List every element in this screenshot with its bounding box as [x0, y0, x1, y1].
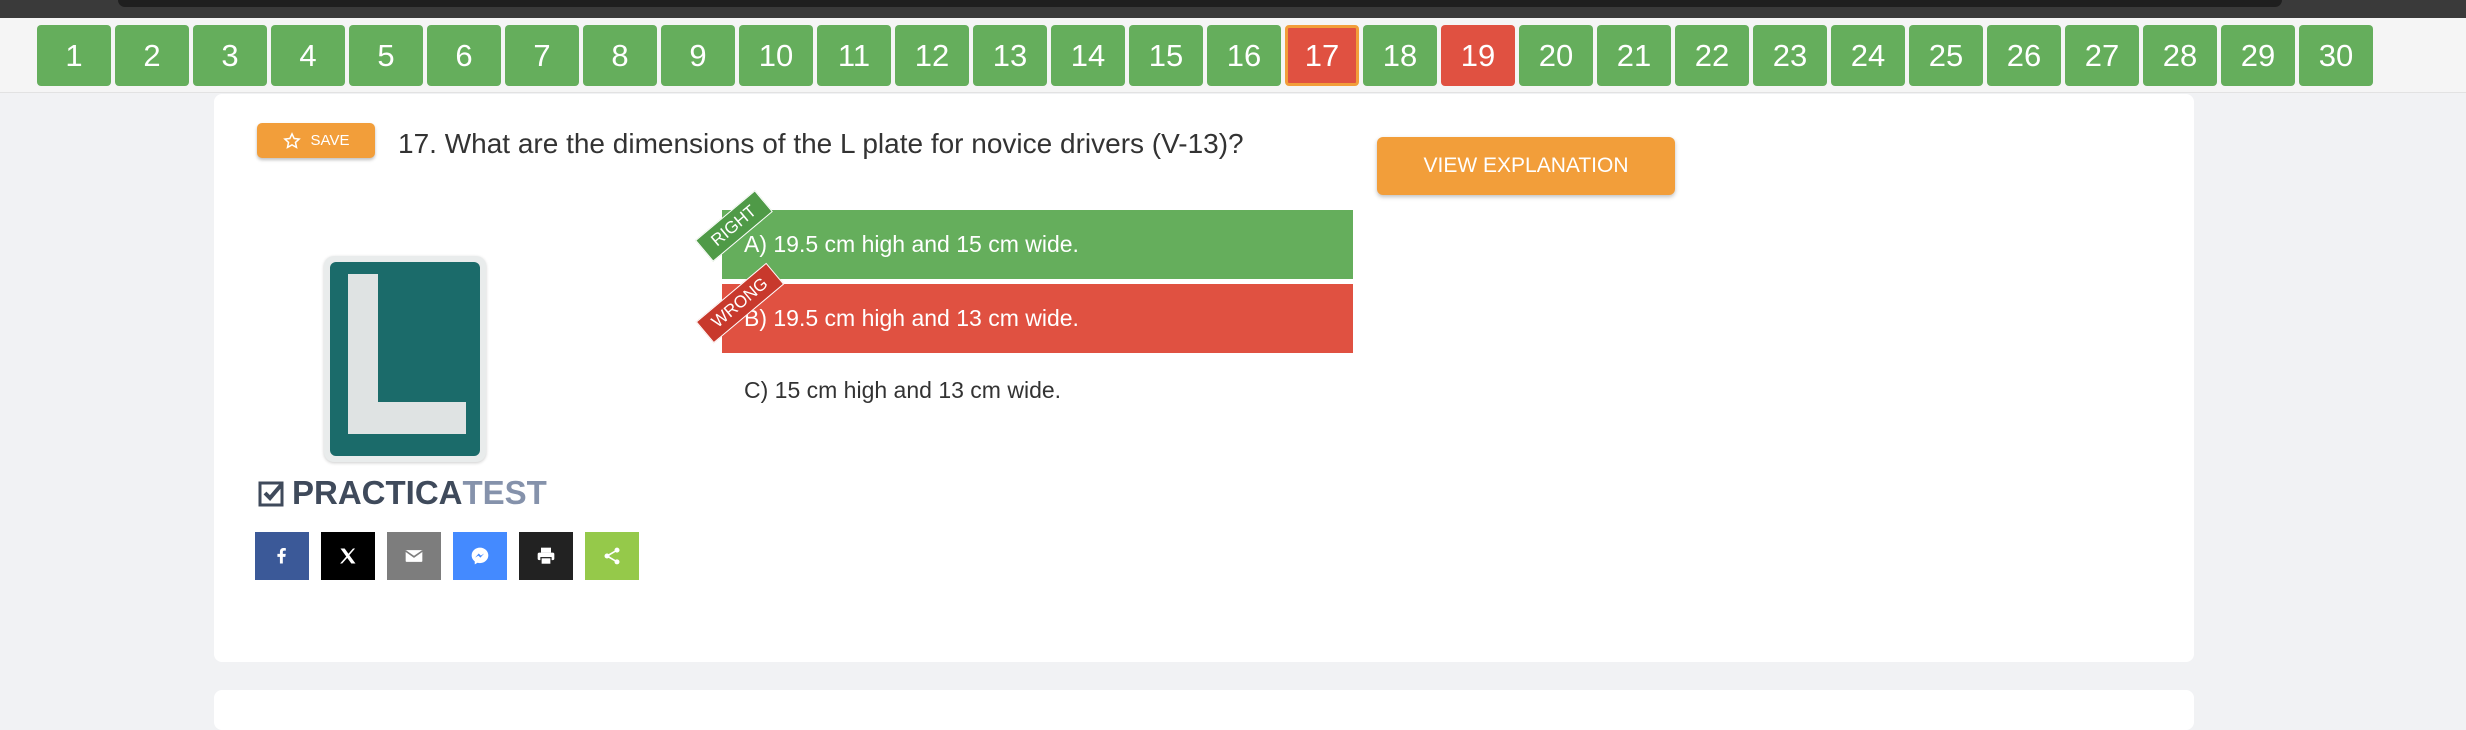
next-card — [214, 690, 2194, 730]
question-nav-30[interactable]: 30 — [2299, 25, 2373, 86]
question-nav: 1 2 3 4 5 6 7 8 9 10 11 12 13 14 15 16 17 18 19 20 21 22 23 24 2… — [37, 25, 2377, 86]
l-plate-image — [324, 256, 486, 462]
question-nav-5[interactable]: 5 — [349, 25, 423, 86]
question-nav-8[interactable]: 8 — [583, 25, 657, 86]
x-icon — [340, 548, 356, 564]
browser-top-bar — [0, 0, 2466, 18]
question-nav-24[interactable]: 24 — [1831, 25, 1905, 86]
question-nav-13[interactable]: 13 — [973, 25, 1047, 86]
messenger-icon — [471, 547, 489, 565]
question-nav-1[interactable]: 1 — [37, 25, 111, 86]
save-button[interactable]: SAVE — [257, 123, 375, 158]
question-nav-19[interactable]: 19 — [1441, 25, 1515, 86]
question-nav-21[interactable]: 21 — [1597, 25, 1671, 86]
answer-option-a[interactable]: A) 19.5 cm high and 15 cm wide. — [722, 210, 1353, 279]
brand-part1: PRACTICA — [292, 474, 463, 511]
email-icon — [405, 550, 423, 562]
messenger-share-button[interactable] — [453, 532, 507, 580]
question-nav-12[interactable]: 12 — [895, 25, 969, 86]
question-nav-26[interactable]: 26 — [1987, 25, 2061, 86]
share-icon — [604, 547, 620, 565]
question-nav-27[interactable]: 27 — [2065, 25, 2139, 86]
question-nav-14[interactable]: 14 — [1051, 25, 1125, 86]
practicatest-logo: PRACTICA TEST — [258, 474, 547, 512]
share-share-button[interactable] — [585, 532, 639, 580]
email-share-button[interactable] — [387, 532, 441, 580]
checkbox-icon — [258, 481, 284, 507]
question-nav-22[interactable]: 22 — [1675, 25, 1749, 86]
question-nav-29[interactable]: 29 — [2221, 25, 2295, 86]
question-nav-28[interactable]: 28 — [2143, 25, 2217, 86]
question-nav-6[interactable]: 6 — [427, 25, 501, 86]
brand-part2: TEST — [462, 474, 547, 511]
save-label: SAVE — [310, 132, 350, 149]
question-nav-2[interactable]: 2 — [115, 25, 189, 86]
question-nav-7[interactable]: 7 — [505, 25, 579, 86]
print-share-button[interactable] — [519, 532, 573, 580]
question-nav-25[interactable]: 25 — [1909, 25, 1983, 86]
question-nav-18[interactable]: 18 — [1363, 25, 1437, 86]
question-nav-11[interactable]: 11 — [817, 25, 891, 86]
question-nav-17[interactable]: 17 — [1285, 25, 1359, 86]
answer-option-b[interactable]: B) 19.5 cm high and 13 cm wide. — [722, 284, 1353, 353]
question-text: 17. What are the dimensions of the L pla… — [398, 128, 1244, 159]
x-share-button[interactable] — [321, 532, 375, 580]
question-nav-15[interactable]: 15 — [1129, 25, 1203, 86]
question-nav-9[interactable]: 9 — [661, 25, 735, 86]
question-nav-20[interactable]: 20 — [1519, 25, 1593, 86]
print-icon — [537, 547, 555, 565]
question-nav-16[interactable]: 16 — [1207, 25, 1281, 86]
l-plate-icon — [330, 262, 480, 456]
share-bar — [255, 532, 639, 580]
answer-option-c[interactable]: C) 15 cm high and 13 cm wide. — [722, 356, 1353, 425]
facebook-icon — [277, 548, 286, 564]
question-nav-4[interactable]: 4 — [271, 25, 345, 86]
facebook-share-button[interactable] — [255, 532, 309, 580]
question-nav-10[interactable]: 10 — [739, 25, 813, 86]
star-icon — [282, 131, 301, 149]
question-nav-3[interactable]: 3 — [193, 25, 267, 86]
top-bar-inner — [118, 0, 2282, 7]
question-nav-23[interactable]: 23 — [1753, 25, 1827, 86]
view-explanation-button[interactable]: VIEW EXPLANATION — [1377, 137, 1675, 195]
